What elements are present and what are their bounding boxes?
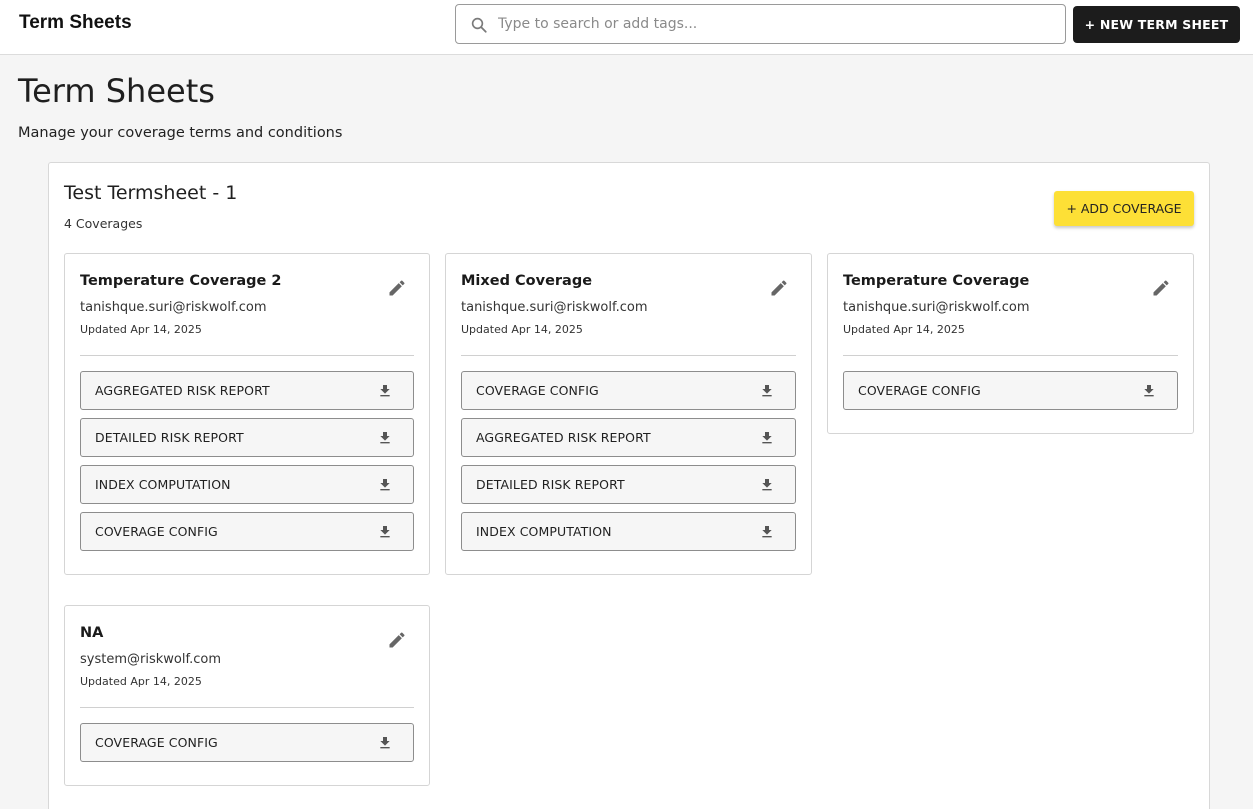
file-label: COVERAGE CONFIG: [858, 383, 981, 398]
termsheet-panel: Test Termsheet - 1 4 Coverages + ADD COV…: [48, 162, 1210, 809]
edit-icon[interactable]: [387, 630, 407, 650]
card-divider: [80, 707, 414, 708]
coverage-count: 4 Coverages: [64, 216, 143, 231]
coverage-card: NA system@riskwolf.com Updated Apr 14, 2…: [64, 605, 430, 786]
edit-icon[interactable]: [387, 278, 407, 298]
download-icon: [762, 479, 772, 491]
download-icon: [380, 385, 390, 397]
file-label: COVERAGE CONFIG: [476, 383, 599, 398]
file-download-button[interactable]: COVERAGE CONFIG: [80, 723, 414, 762]
file-label: INDEX COMPUTATION: [95, 477, 231, 492]
file-download-button[interactable]: INDEX COMPUTATION: [80, 465, 414, 504]
coverage-name: Temperature Coverage 2: [80, 273, 282, 289]
coverage-owner-email: tanishque.suri@riskwolf.com: [461, 300, 648, 315]
search-icon: [471, 17, 487, 33]
download-icon: [380, 737, 390, 749]
termsheet-title: Test Termsheet - 1: [64, 182, 238, 204]
coverage-card: Temperature Coverage tanishque.suri@risk…: [827, 253, 1194, 434]
file-download-button[interactable]: COVERAGE CONFIG: [843, 371, 1178, 410]
file-label: DETAILED RISK REPORT: [476, 477, 625, 492]
coverage-owner-email: system@riskwolf.com: [80, 652, 221, 667]
file-download-button[interactable]: AGGREGATED RISK REPORT: [80, 371, 414, 410]
file-download-button[interactable]: DETAILED RISK REPORT: [80, 418, 414, 457]
file-label: COVERAGE CONFIG: [95, 735, 218, 750]
download-icon: [762, 385, 772, 397]
file-download-button[interactable]: AGGREGATED RISK REPORT: [461, 418, 796, 457]
coverage-owner-email: tanishque.suri@riskwolf.com: [843, 300, 1030, 315]
file-label: DETAILED RISK REPORT: [95, 430, 244, 445]
new-term-sheet-button[interactable]: + NEW TERM SHEET: [1073, 6, 1240, 43]
coverage-updated-date: Updated Apr 14, 2025: [80, 675, 202, 688]
card-divider: [461, 355, 796, 356]
coverage-card: Temperature Coverage 2 tanishque.suri@ri…: [64, 253, 430, 575]
file-download-button[interactable]: COVERAGE CONFIG: [461, 371, 796, 410]
coverage-name: Temperature Coverage: [843, 273, 1030, 289]
search-box[interactable]: [455, 4, 1066, 44]
download-icon: [762, 526, 772, 538]
file-label: AGGREGATED RISK REPORT: [95, 383, 270, 398]
file-download-button[interactable]: INDEX COMPUTATION: [461, 512, 796, 551]
download-icon: [380, 432, 390, 444]
coverage-owner-email: tanishque.suri@riskwolf.com: [80, 300, 267, 315]
coverage-name: Mixed Coverage: [461, 273, 593, 289]
file-download-button[interactable]: COVERAGE CONFIG: [80, 512, 414, 551]
coverage-card: Mixed Coverage tanishque.suri@riskwolf.c…: [445, 253, 812, 575]
download-icon: [380, 479, 390, 491]
coverage-updated-date: Updated Apr 14, 2025: [843, 323, 965, 336]
coverage-updated-date: Updated Apr 14, 2025: [80, 323, 202, 336]
top-bar: Term Sheets + NEW TERM SHEET: [0, 0, 1253, 55]
file-label: COVERAGE CONFIG: [95, 524, 218, 539]
file-download-button[interactable]: DETAILED RISK REPORT: [461, 465, 796, 504]
download-icon: [1144, 385, 1154, 397]
file-label: INDEX COMPUTATION: [476, 524, 612, 539]
edit-icon[interactable]: [1151, 278, 1171, 298]
card-divider: [843, 355, 1178, 356]
page-subtitle: Manage your coverage terms and condition…: [18, 125, 343, 141]
page-title: Term Sheets: [18, 72, 215, 110]
app-title: Term Sheets: [19, 12, 132, 33]
download-icon: [762, 432, 772, 444]
coverage-updated-date: Updated Apr 14, 2025: [461, 323, 583, 336]
search-input[interactable]: [498, 5, 1058, 43]
edit-icon[interactable]: [769, 278, 789, 298]
add-coverage-button[interactable]: + ADD COVERAGE: [1054, 191, 1194, 226]
download-icon: [380, 526, 390, 538]
card-divider: [80, 355, 414, 356]
file-label: AGGREGATED RISK REPORT: [476, 430, 651, 445]
coverage-name: NA: [80, 625, 104, 641]
